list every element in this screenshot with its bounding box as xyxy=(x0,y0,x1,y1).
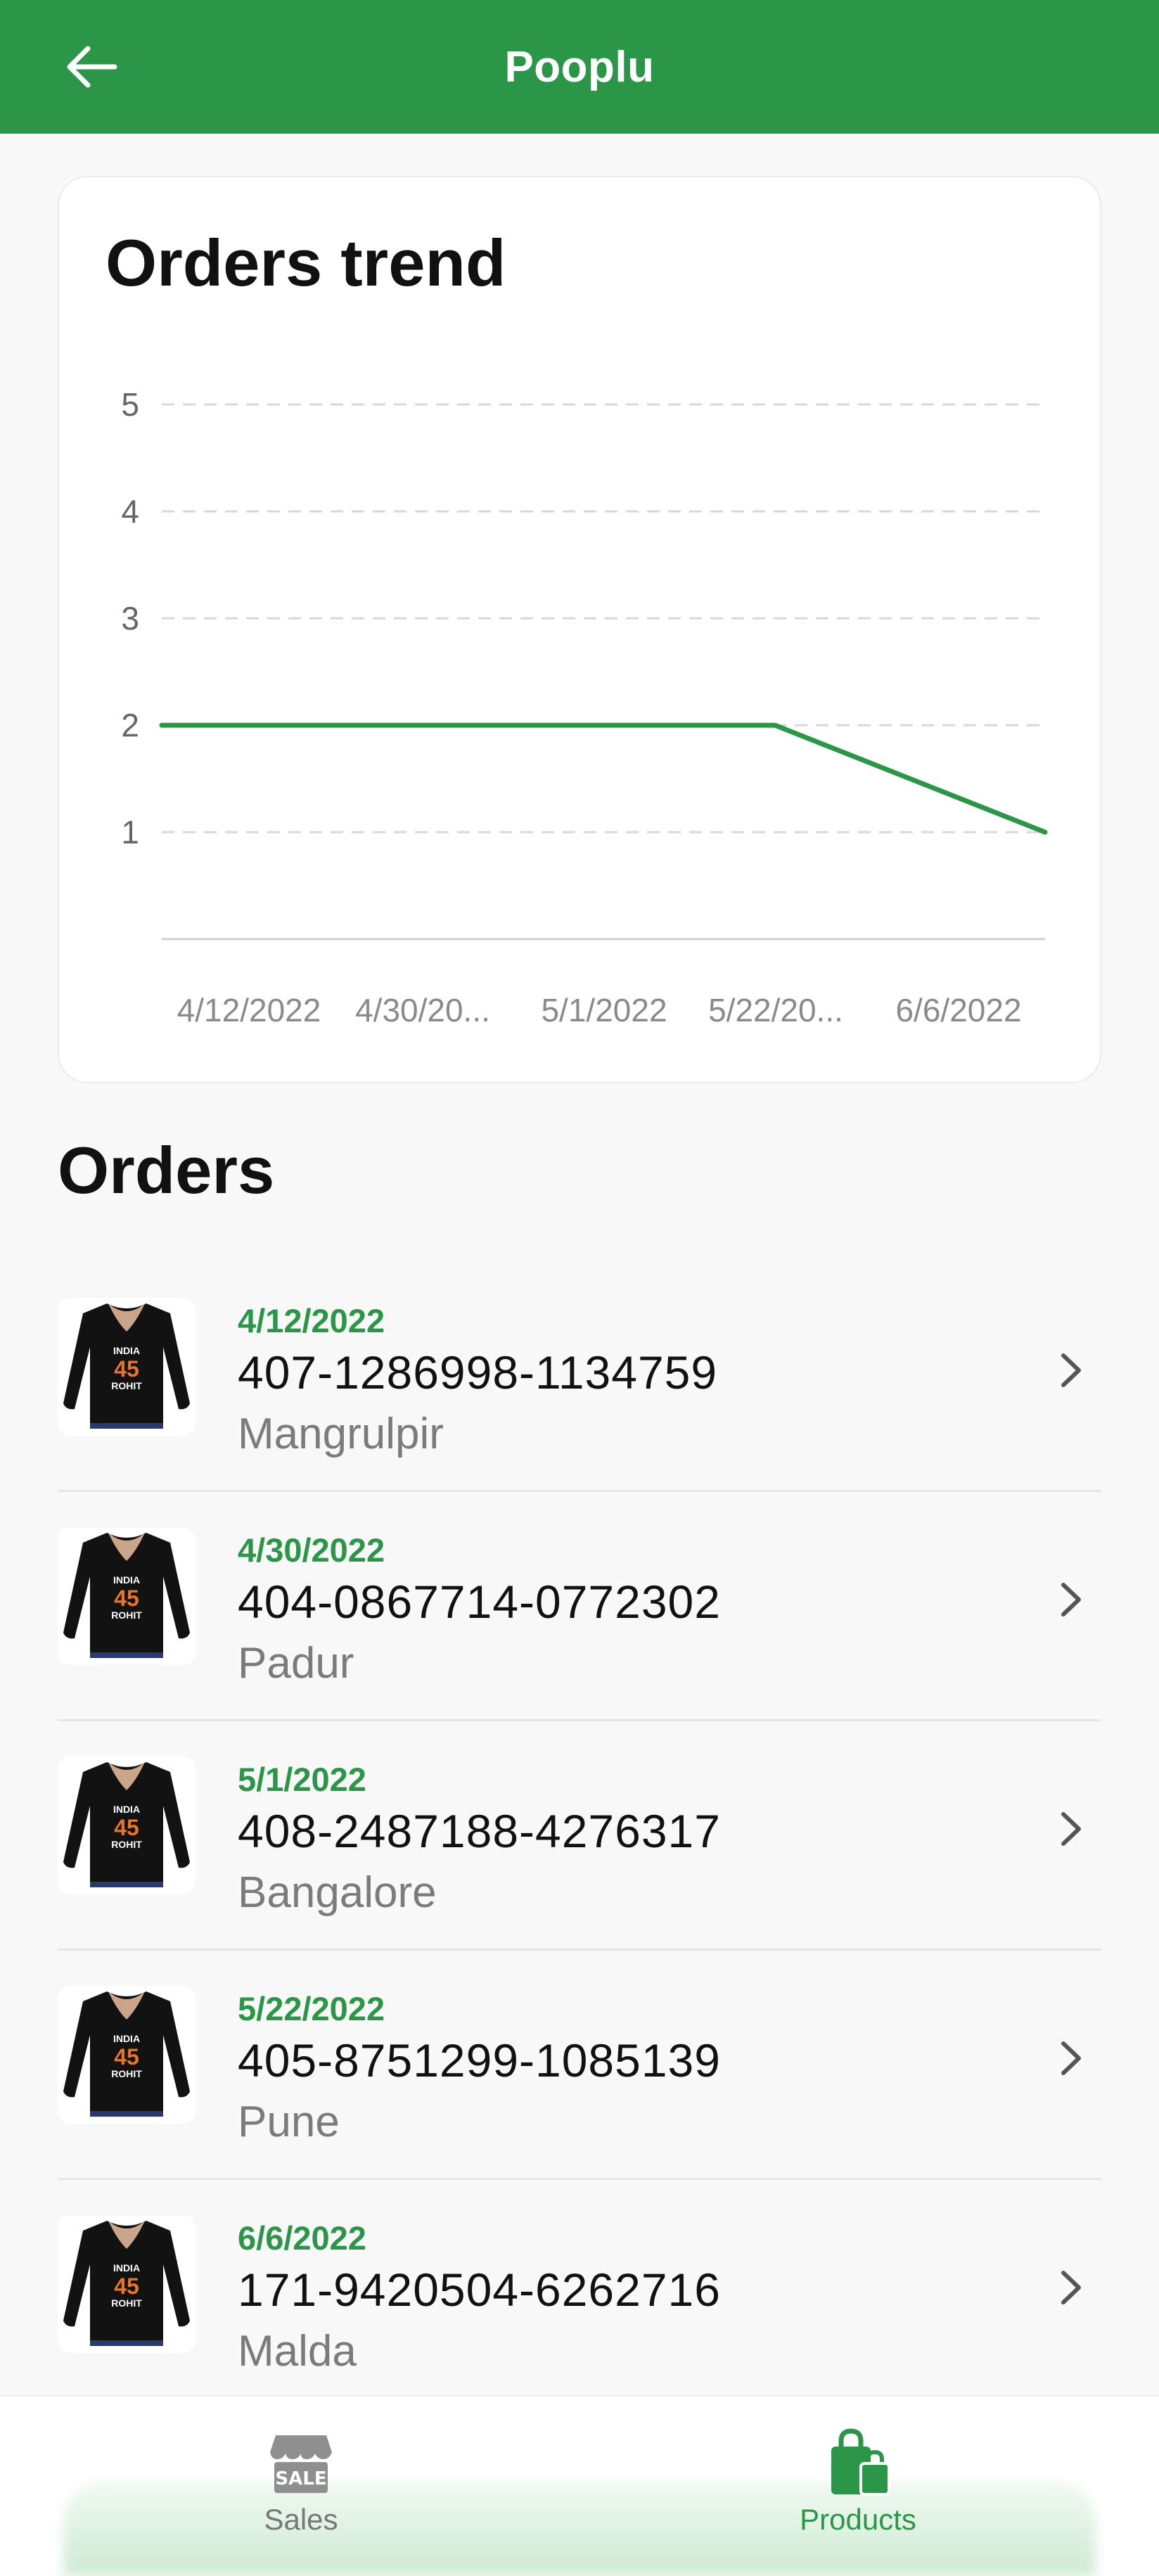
x-tick-label: 5/1/2022 xyxy=(541,992,667,1028)
shirt-text-number: 45 xyxy=(114,1815,139,1840)
nav-tab-sales[interactable]: SALE Sales xyxy=(196,2428,406,2555)
order-city: Padur xyxy=(238,1638,354,1688)
order-row[interactable]: INDIA45ROHIT 4/30/2022 404-0867714-07723… xyxy=(58,1492,1101,1721)
orders-list: INDIA45ROHIT 4/12/2022 407-1286998-11347… xyxy=(58,1263,1101,2409)
order-date: 4/12/2022 xyxy=(238,1301,385,1340)
order-id: 408-2487188-4276317 xyxy=(238,1804,721,1858)
product-thumbnail: INDIA45ROHIT xyxy=(58,1986,196,2124)
app-title: Pooplu xyxy=(0,0,1159,134)
y-tick-label: 2 xyxy=(121,707,139,744)
bottom-navigation: SALE Sales Products xyxy=(0,2395,1159,2576)
chevron-right-icon xyxy=(1054,2263,1089,2312)
order-row[interactable]: INDIA45ROHIT 6/6/2022 171-9420504-626271… xyxy=(58,2180,1101,2409)
order-city: Mangrulpir xyxy=(238,1409,444,1459)
order-date: 4/30/2022 xyxy=(238,1531,385,1569)
order-id: 171-9420504-6262716 xyxy=(238,2263,721,2316)
order-row[interactable]: INDIA45ROHIT 5/22/2022 405-8751299-10851… xyxy=(58,1951,1101,2180)
shirt-text-bottom: ROHIT xyxy=(111,2297,142,2309)
shirt-hem xyxy=(90,1882,163,1887)
order-row[interactable]: INDIA45ROHIT 4/12/2022 407-1286998-11347… xyxy=(58,1263,1101,1492)
product-thumbnail: INDIA45ROHIT xyxy=(58,1756,196,1894)
shirt-text-top: INDIA xyxy=(113,2262,140,2274)
orders-section-title: Orders xyxy=(58,1133,274,1209)
nav-label-products: Products xyxy=(800,2503,916,2537)
shirt-text-number: 45 xyxy=(114,1586,139,1611)
order-id: 407-1286998-1134759 xyxy=(238,1346,717,1399)
shirt-text-bottom: ROHIT xyxy=(111,2068,142,2079)
shirt-hem xyxy=(90,2340,163,2346)
y-tick-label: 3 xyxy=(121,600,139,637)
shirt-hem xyxy=(90,2111,163,2117)
x-tick-label: 4/12/2022 xyxy=(177,992,321,1028)
app-bar: Pooplu xyxy=(0,0,1159,134)
shirt-hem xyxy=(90,1652,163,1658)
y-tick-label: 1 xyxy=(121,814,139,850)
shopping-bags-icon xyxy=(823,2428,893,2499)
store-sale-icon: SALE xyxy=(266,2428,336,2499)
order-city: Malda xyxy=(238,2326,357,2376)
shirt-text-top: INDIA xyxy=(113,1345,140,1356)
product-thumbnail: INDIA45ROHIT xyxy=(58,1298,196,1436)
y-tick-label: 4 xyxy=(121,493,139,530)
order-date: 6/6/2022 xyxy=(238,2219,366,2257)
orders-trend-chart: 1 2 3 4 5 4/12/2022 4/30/20... 5/1/2022 5/22/20.… xyxy=(59,177,1103,1085)
product-thumbnail: INDIA45ROHIT xyxy=(58,1527,196,1665)
shirt-text-bottom: ROHIT xyxy=(111,1380,142,1391)
order-date: 5/22/2022 xyxy=(238,1989,385,2028)
y-tick-label: 5 xyxy=(121,386,139,423)
series-line xyxy=(162,725,1045,832)
order-row[interactable]: INDIA45ROHIT 5/1/2022 408-2487188-427631… xyxy=(58,1721,1101,1951)
shirt-text-bottom: ROHIT xyxy=(111,1609,142,1621)
shirt-hem xyxy=(90,1423,163,1429)
shirt-text-number: 45 xyxy=(114,2044,139,2070)
nav-tab-products[interactable]: Products xyxy=(753,2428,963,2555)
shirt-text-top: INDIA xyxy=(113,2033,140,2044)
order-city: Bangalore xyxy=(238,1868,437,1918)
shirt-text-bottom: ROHIT xyxy=(111,1839,142,1850)
order-id: 404-0867714-0772302 xyxy=(238,1575,721,1628)
chevron-right-icon xyxy=(1054,1346,1089,1395)
chevron-right-icon xyxy=(1054,2034,1089,2083)
orders-trend-card: Orders trend 123454/12/20224/30/20...5/1… xyxy=(58,176,1101,1083)
order-id: 405-8751299-1085139 xyxy=(238,2034,721,2087)
order-date: 5/1/2022 xyxy=(238,1760,366,1799)
nav-label-sales: Sales xyxy=(264,2503,338,2537)
product-thumbnail: INDIA45ROHIT xyxy=(58,2215,196,2353)
shirt-text-top: INDIA xyxy=(113,1804,140,1815)
shirt-text-top: INDIA xyxy=(113,1574,140,1586)
shirt-text-number: 45 xyxy=(114,2274,139,2299)
x-tick-label: 6/6/2022 xyxy=(895,992,1021,1028)
order-city: Pune xyxy=(238,2097,340,2147)
shirt-text-number: 45 xyxy=(114,1356,139,1382)
svg-text:SALE: SALE xyxy=(275,2468,326,2489)
x-tick-label: 4/30/20... xyxy=(355,992,490,1028)
x-tick-label: 5/22/20... xyxy=(708,992,843,1028)
chevron-right-icon xyxy=(1054,1575,1089,1624)
chevron-right-icon xyxy=(1054,1804,1089,1854)
